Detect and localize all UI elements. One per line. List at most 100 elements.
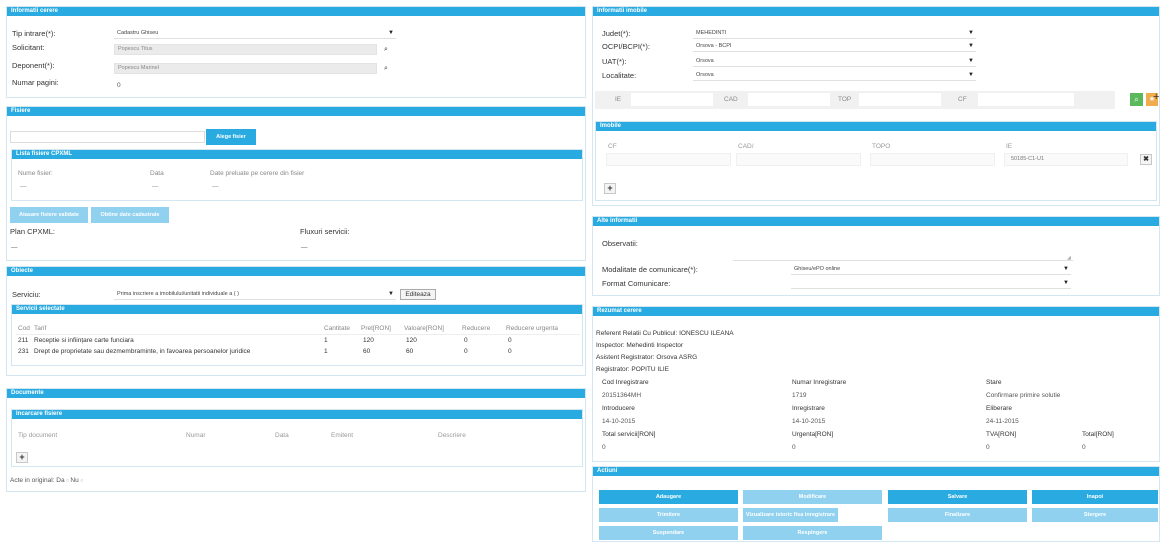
add-imobil-button[interactable]: + bbox=[604, 183, 616, 194]
modificare-button[interactable]: Modificare bbox=[743, 490, 882, 504]
dash: — bbox=[20, 183, 27, 190]
cad-input[interactable] bbox=[748, 93, 830, 106]
file-input[interactable] bbox=[10, 131, 205, 143]
ocpi-label: OCPI/BCPI(*): bbox=[602, 42, 650, 51]
tva-value: 0 bbox=[986, 444, 990, 451]
chevron-down-icon: ▼ bbox=[388, 291, 394, 297]
documente-header: Documente bbox=[7, 389, 585, 398]
alege-fisier-button[interactable]: Alege fisier bbox=[206, 129, 256, 145]
actiuni-panel: Actiuni Adaugare Modificare Salvare Inap… bbox=[592, 466, 1160, 542]
col-nume-fisier: Nume fisier: bbox=[18, 170, 53, 177]
atasare-fisiere-button[interactable]: Atasare fisiere validate bbox=[10, 207, 88, 223]
informatii-imobile-panel: Informatii imobile Judet(*): MEHEDINTI ▼ … bbox=[592, 6, 1160, 206]
search-green-button[interactable]: ⌕ bbox=[1130, 93, 1143, 106]
chevron-down-icon: ▼ bbox=[968, 30, 974, 36]
referent-text: Referent Relatii Cu Publicul: IONESCU IL… bbox=[596, 330, 734, 337]
respingere-button[interactable]: Respingere bbox=[743, 526, 882, 540]
table-cell: 120 bbox=[363, 337, 374, 344]
cod-inregistrare-label: Cod Inregistrare bbox=[602, 379, 649, 386]
acte-original-label: Acte in original: Da bbox=[10, 477, 65, 484]
acte-original: Acte in original: Da ○ Nu ○ bbox=[10, 477, 83, 484]
uat-select[interactable]: Orsova ▼ bbox=[693, 56, 976, 67]
plan-cpxml-label: Plan CPXML: bbox=[10, 227, 56, 236]
editeaza-button[interactable]: Editeaza bbox=[400, 289, 436, 300]
cad-cell-input[interactable] bbox=[736, 153, 861, 166]
col-numar: Numar bbox=[186, 432, 206, 439]
serviciu-select[interactable]: Prima inscriere a imobilului/unitatii in… bbox=[114, 289, 396, 300]
table-cell: 0 bbox=[508, 348, 512, 355]
numar-pagini-input[interactable]: 0 bbox=[117, 82, 121, 89]
table-header-valoare: Valoare[RON] bbox=[404, 325, 444, 332]
stergere-button[interactable]: Stergere bbox=[1032, 508, 1158, 522]
cf-input[interactable] bbox=[978, 93, 1074, 106]
judet-select[interactable]: MEHEDINTI ▼ bbox=[693, 28, 976, 39]
table-cell: 0 bbox=[464, 337, 468, 344]
table-cell: 60 bbox=[363, 348, 371, 355]
cf-cell-input[interactable] bbox=[606, 153, 731, 166]
modalitate-select[interactable]: Ghiseu/ePO online ▼ bbox=[791, 264, 1071, 275]
search-icon[interactable]: ⌕ bbox=[381, 45, 391, 55]
ie-cell-input[interactable]: 50185-C1-U1 bbox=[1004, 153, 1128, 166]
chevron-down-icon: ▼ bbox=[968, 58, 974, 64]
col-cf: CF bbox=[608, 143, 617, 150]
localitate-select[interactable]: Orsova ▼ bbox=[693, 70, 976, 81]
table-header-pret: Pret[RON] bbox=[361, 325, 391, 332]
add-icon[interactable]: + bbox=[1153, 92, 1159, 103]
salvare-button[interactable]: Salvare bbox=[888, 490, 1027, 504]
stare-value: Confirmare primire solutie bbox=[986, 392, 1061, 399]
ocpi-select[interactable]: Orsova - BCPI ▼ bbox=[693, 41, 976, 52]
ie-input[interactable] bbox=[631, 93, 713, 106]
asistent-text: Asistent Registrator: Orsova ASRG bbox=[596, 354, 698, 361]
radio-icon[interactable]: ○ bbox=[79, 478, 83, 484]
topo-cell-input[interactable] bbox=[870, 153, 995, 166]
chevron-down-icon: ▼ bbox=[388, 30, 394, 36]
fisiere-panel: Fisiere Alege fisier Lista fisiere CPXML… bbox=[6, 106, 586, 261]
table-cell: Receptie si inființare carte funciara bbox=[34, 337, 134, 344]
total-servicii-value: 0 bbox=[602, 444, 606, 451]
inapoi-button[interactable]: Inapoi bbox=[1032, 490, 1158, 504]
add-document-button[interactable]: + bbox=[16, 452, 28, 463]
inregistrare-value: 14-10-2015 bbox=[792, 418, 826, 425]
observatii-textarea[interactable] bbox=[733, 235, 1073, 261]
col-topo: TOPO bbox=[872, 143, 891, 150]
tip-intrare-select[interactable]: Cadastru Ghiseu ▼ bbox=[114, 28, 396, 39]
ie-label: IE bbox=[615, 96, 622, 103]
trimitere-button[interactable]: Trimitere bbox=[599, 508, 738, 522]
table-cell: 60 bbox=[406, 348, 414, 355]
cf-label: CF bbox=[958, 96, 967, 103]
table-header-tarif: Tarif bbox=[34, 325, 47, 332]
col-descriere: Descriere bbox=[438, 432, 466, 439]
format-comunicare-select[interactable]: ▼ bbox=[791, 278, 1071, 289]
chevron-down-icon: ▼ bbox=[1063, 280, 1069, 286]
incarcare-fisiere-header: Incarcare fisiere bbox=[12, 410, 582, 419]
actiuni-header: Actiuni bbox=[593, 467, 1159, 476]
servicii-selectate-header: Servicii selectate bbox=[12, 305, 582, 314]
introducere-value: 14-10-2015 bbox=[602, 418, 636, 425]
remove-imobil-button[interactable]: ✖ bbox=[1140, 154, 1152, 165]
resize-handle-icon[interactable]: ◢ bbox=[1067, 255, 1071, 261]
suspendare-button[interactable]: Suspendare bbox=[599, 526, 738, 540]
table-header-reducere-urgenta: Reducere urgenta bbox=[506, 325, 559, 332]
col-tip-document: Tip document bbox=[18, 432, 58, 439]
lista-fisiere-panel: Lista fisiere CPXML Nume fisier: Data Da… bbox=[11, 149, 583, 201]
total-value: 0 bbox=[1082, 444, 1086, 451]
top-input[interactable] bbox=[859, 93, 941, 106]
imobile-header: Imobile bbox=[596, 122, 1156, 131]
vizualizare-istoric-button[interactable]: Vizualizare istoric fisa inregistrare bbox=[743, 508, 838, 522]
search-icon: ⌕ bbox=[1134, 95, 1139, 104]
numar-inregistrare-label: Numar Inregistrare bbox=[792, 379, 847, 386]
search-icon[interactable]: ⌕ bbox=[381, 64, 391, 74]
deponent-input[interactable]: Popescu Marinel bbox=[114, 63, 377, 74]
fluxuri-servicii-value: — bbox=[301, 244, 308, 251]
finalizare-button[interactable]: Finalizare bbox=[888, 508, 1027, 522]
close-icon: ✖ bbox=[1143, 156, 1149, 163]
obtine-date-button[interactable]: Obtine date cadastrale bbox=[91, 207, 169, 223]
solicitant-input[interactable]: Popescu Titus bbox=[114, 44, 377, 55]
dash: — bbox=[152, 183, 159, 190]
tva-label: TVA[RON] bbox=[986, 431, 1017, 438]
col-data: Data bbox=[275, 432, 289, 439]
total-servicii-label: Total servicii[RON] bbox=[602, 431, 656, 438]
adaugare-button[interactable]: Adaugare bbox=[599, 490, 738, 504]
informatii-cerere-panel: Informatii cerere Tip intrare(*): Cadast… bbox=[6, 6, 586, 98]
table-cell: Drept de proprietate sau dezmembraminte,… bbox=[34, 348, 251, 355]
